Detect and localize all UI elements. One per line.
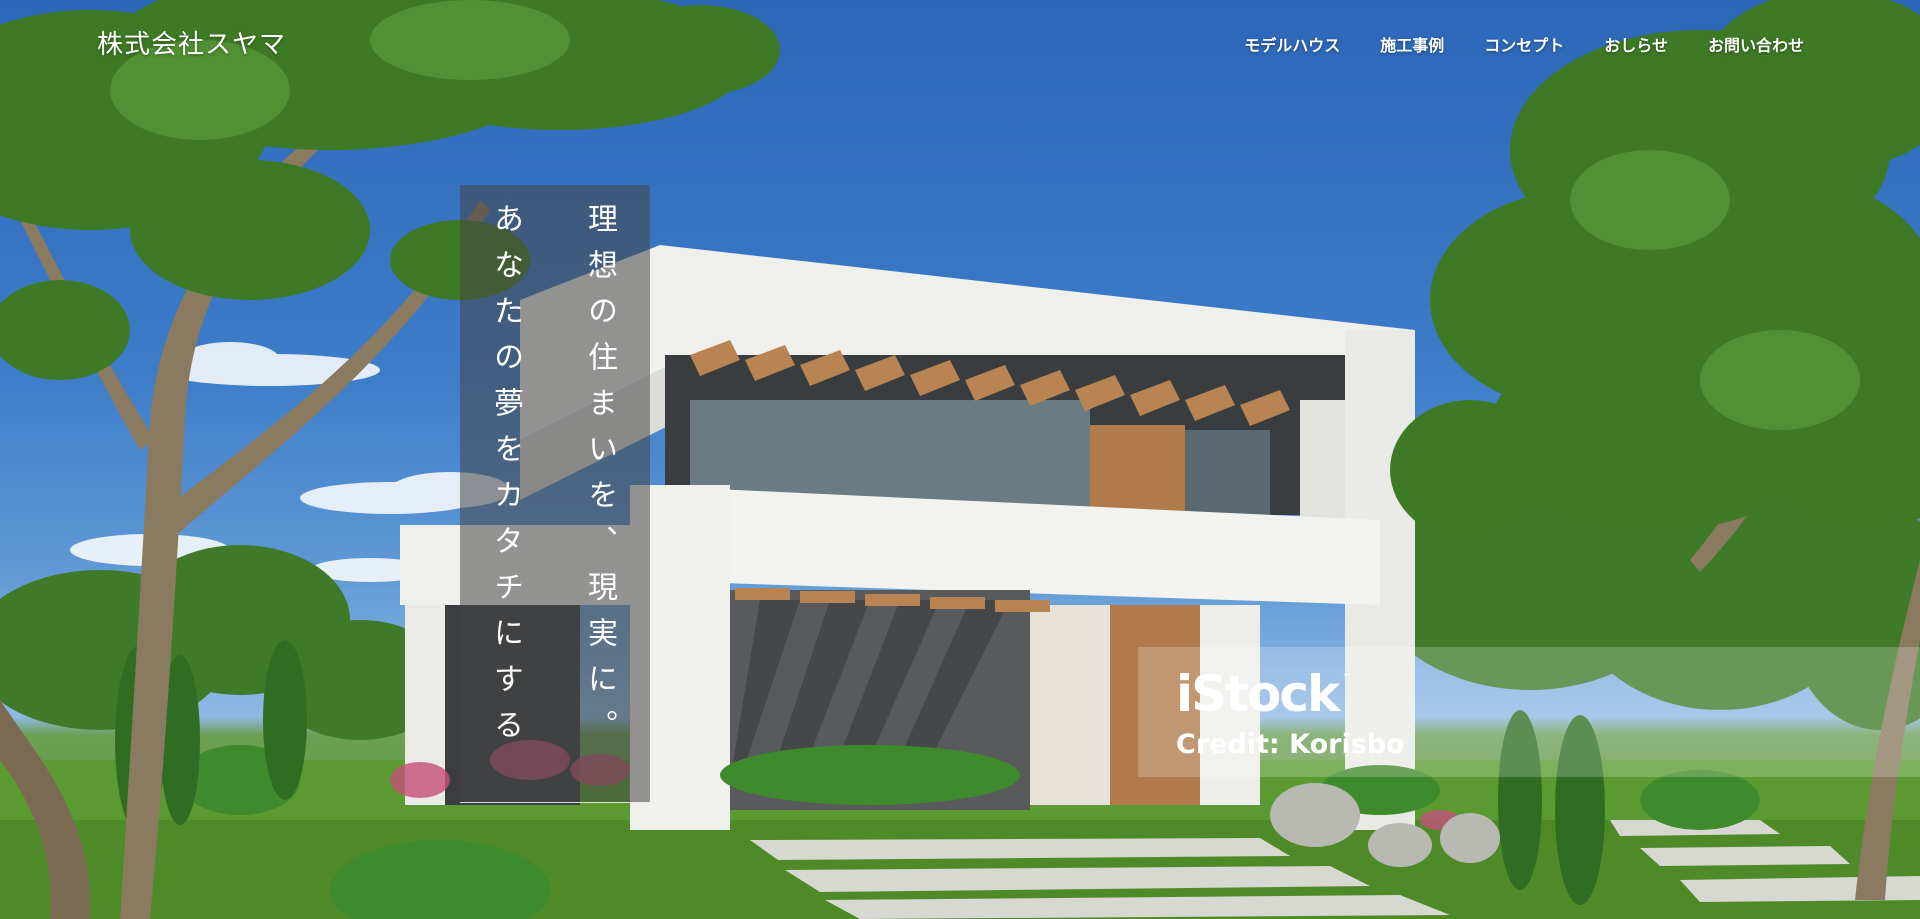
nav-item-concept[interactable]: コンセプト	[1484, 32, 1564, 56]
catchphrase-line-1: 理想の住まいを、現実に。	[582, 203, 617, 755]
nav-item-model-house[interactable]: モデルハウス	[1244, 32, 1340, 56]
hero-background-image	[0, 0, 1920, 919]
catchphrase-line-2: あなたの夢をカタチにする	[488, 203, 523, 755]
main-nav: モデルハウス 施工事例 コンセプト おしらせ お問い合わせ	[1204, 32, 1804, 56]
nav-item-contact[interactable]: お問い合わせ	[1708, 32, 1804, 56]
watermark-trademark: ™	[1342, 673, 1351, 683]
hero-catchphrase-box: 理想の住まいを、現実に。 あなたの夢をカタチにする	[460, 185, 650, 803]
nav-item-works[interactable]: 施工事例	[1380, 32, 1444, 56]
catchphrase-underline	[460, 802, 650, 803]
site-header: 株式会社スヤマ モデルハウス 施工事例 コンセプト おしらせ お問い合わせ	[0, 0, 1920, 90]
site-logo[interactable]: 株式会社スヤマ	[97, 24, 286, 61]
nav-item-news[interactable]: おしらせ	[1604, 32, 1668, 56]
watermark-credit: Credit: Korisbo	[1176, 729, 1405, 760]
watermark-brand: iStock	[1176, 665, 1340, 723]
istock-watermark: iStock ™ Credit: Korisbo	[1138, 647, 1920, 777]
hero-section: 株式会社スヤマ モデルハウス 施工事例 コンセプト おしらせ お問い合わせ 理想…	[0, 0, 1920, 919]
